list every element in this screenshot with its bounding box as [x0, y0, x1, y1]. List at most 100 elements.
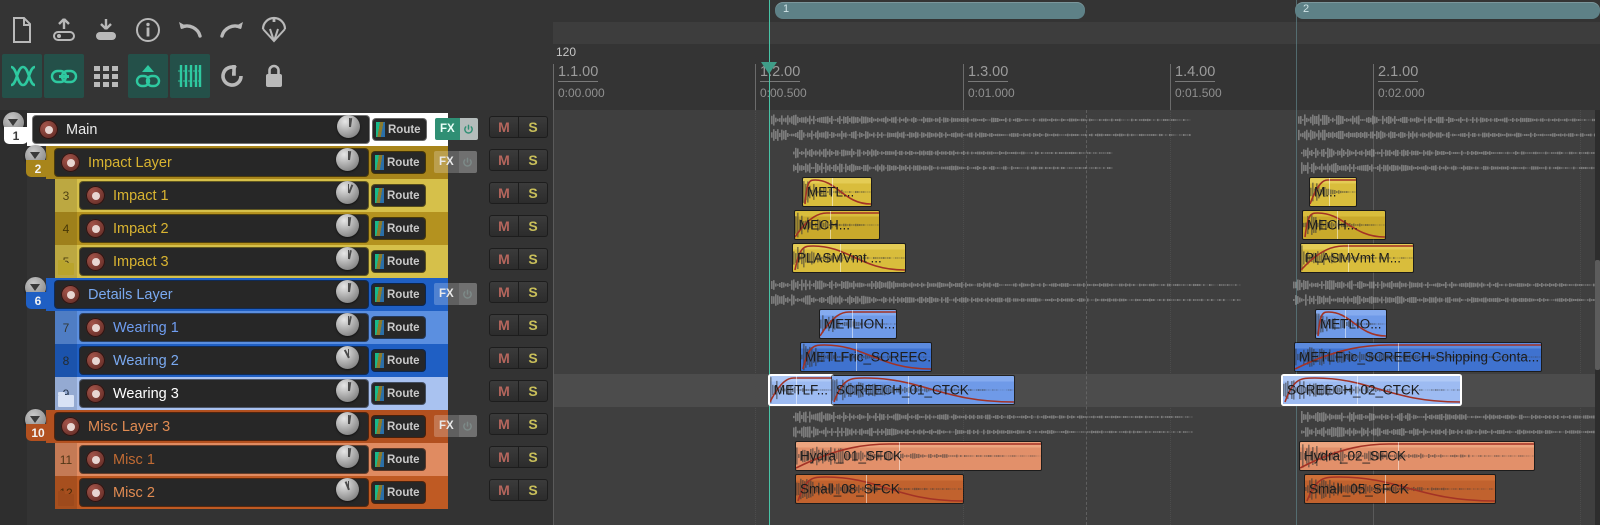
- track-name-plate[interactable]: Impact 1: [80, 182, 368, 209]
- track-route-button[interactable]: Route: [372, 416, 425, 437]
- track-route-button[interactable]: Route: [372, 383, 425, 404]
- playhead[interactable]: [769, 0, 770, 525]
- track-route-button[interactable]: Route: [372, 482, 425, 503]
- vertical-scrollbar-thumb[interactable]: [1595, 260, 1600, 370]
- audio-clip[interactable]: SCREECH_01_CTCK: [832, 376, 1014, 404]
- mute-solo-group-4[interactable]: MS: [489, 215, 548, 237]
- track-volume-knob[interactable]: [336, 148, 359, 171]
- track-route-button[interactable]: Route: [372, 350, 425, 371]
- fx-power-icon[interactable]: [459, 151, 477, 173]
- track-volume-knob[interactable]: [336, 313, 359, 336]
- track-route-button[interactable]: Route: [372, 449, 425, 470]
- tempo-track[interactable]: [553, 22, 1600, 44]
- mute-button[interactable]: M: [489, 116, 519, 138]
- record-arm-icon[interactable]: [86, 318, 105, 337]
- record-arm-icon[interactable]: [86, 384, 105, 403]
- track-name-plate[interactable]: Impact 3: [80, 248, 368, 275]
- audio-clip[interactable]: METL...: [803, 178, 871, 206]
- solo-button[interactable]: S: [519, 413, 548, 435]
- mute-solo-group-10[interactable]: MS: [489, 413, 548, 435]
- audio-clip[interactable]: SCREECH_02_CTCK: [1283, 376, 1460, 404]
- audio-clip[interactable]: Small_08_SFCK: [796, 475, 963, 503]
- track-route-button[interactable]: Route: [372, 152, 425, 173]
- audio-clip[interactable]: M...: [1310, 178, 1356, 206]
- tempo-value[interactable]: 120: [556, 45, 576, 59]
- track-lane[interactable]: [553, 209, 1600, 243]
- track-header-1[interactable]: MainRouteFX1: [0, 113, 553, 146]
- solo-button[interactable]: S: [519, 314, 548, 336]
- fx-power-icon[interactable]: [459, 283, 477, 305]
- track-header-4[interactable]: 4Impact 2Route: [0, 212, 553, 245]
- track-volume-knob[interactable]: [336, 478, 359, 501]
- solo-button[interactable]: S: [519, 248, 548, 270]
- record-arm-icon[interactable]: [61, 285, 80, 304]
- fx-power-icon[interactable]: [460, 118, 478, 140]
- audio-clip[interactable]: PLASMVmt ...: [793, 244, 905, 272]
- mute-button[interactable]: M: [489, 479, 519, 501]
- track-header-10[interactable]: Misc Layer 3RouteFX10: [0, 410, 553, 443]
- solo-button[interactable]: S: [519, 149, 548, 171]
- new-file-icon[interactable]: [2, 8, 42, 52]
- solo-button[interactable]: S: [519, 281, 548, 303]
- track-name-plate[interactable]: Misc Layer 3: [55, 413, 368, 440]
- track-header-2[interactable]: Impact LayerRouteFX2: [0, 146, 553, 179]
- track-volume-knob[interactable]: [336, 247, 359, 270]
- track-name-plate[interactable]: Misc 2: [80, 479, 368, 506]
- loop-marker[interactable]: 2: [1295, 2, 1600, 19]
- export-icon[interactable]: [44, 8, 84, 52]
- mute-button[interactable]: M: [489, 281, 519, 303]
- mute-button[interactable]: M: [489, 182, 519, 204]
- track-name-plate[interactable]: Main: [33, 116, 369, 143]
- track-lane[interactable]: [553, 242, 1600, 276]
- mute-button[interactable]: M: [489, 149, 519, 171]
- mute-button[interactable]: M: [489, 314, 519, 336]
- track-lane[interactable]: [553, 506, 1600, 525]
- track-name-plate[interactable]: Wearing 2: [80, 347, 368, 374]
- track-name-plate[interactable]: Wearing 3: [80, 380, 368, 407]
- solo-button[interactable]: S: [519, 182, 548, 204]
- track-route-button[interactable]: Route: [372, 185, 425, 206]
- record-arm-icon[interactable]: [86, 252, 105, 271]
- track-volume-knob[interactable]: [336, 379, 359, 402]
- record-arm-icon[interactable]: [86, 219, 105, 238]
- snap-grid-icon[interactable]: [170, 54, 210, 98]
- track-header-8[interactable]: 8Wearing 2Route: [0, 344, 553, 377]
- playhead-handle-icon[interactable]: [761, 62, 777, 74]
- mute-solo-group-9[interactable]: MS: [489, 380, 548, 402]
- mute-button[interactable]: M: [489, 446, 519, 468]
- mute-button[interactable]: M: [489, 248, 519, 270]
- audio-clip[interactable]: PLASMVmt M...: [1301, 244, 1413, 272]
- crossfade-icon[interactable]: [2, 54, 42, 98]
- solo-button[interactable]: S: [519, 347, 548, 369]
- group-link-icon[interactable]: [128, 54, 168, 98]
- audio-clip[interactable]: METLF...: [770, 376, 832, 404]
- audio-clip[interactable]: METLFric_SCREECH-Shipping Conta...: [1295, 343, 1541, 371]
- track-header-12[interactable]: 12Misc 2Route: [0, 476, 553, 509]
- mute-solo-group-6[interactable]: MS: [489, 281, 548, 303]
- audio-clip[interactable]: METLION...: [820, 310, 896, 338]
- mute-button[interactable]: M: [489, 347, 519, 369]
- track-volume-knob[interactable]: [336, 346, 359, 369]
- mute-solo-group-11[interactable]: MS: [489, 446, 548, 468]
- vertical-scrollbar[interactable]: [1595, 110, 1600, 525]
- track-name-plate[interactable]: Impact Layer: [55, 149, 368, 176]
- track-header-9[interactable]: 9Wearing 3Route: [0, 377, 553, 410]
- track-volume-knob[interactable]: [336, 181, 359, 204]
- timeline-panel[interactable]: 120 121.1.000:00.0001.2.000:00.5001.3.00…: [553, 0, 1600, 525]
- audio-clip[interactable]: Hydra_02_SFCK: [1300, 442, 1534, 470]
- timeline-ruler[interactable]: 120 121.1.000:00.0001.2.000:00.5001.3.00…: [553, 0, 1600, 110]
- record-arm-icon[interactable]: [61, 153, 80, 172]
- mute-solo-group-3[interactable]: MS: [489, 182, 548, 204]
- solo-button[interactable]: S: [519, 446, 548, 468]
- mute-solo-group-8[interactable]: MS: [489, 347, 548, 369]
- grid-icon[interactable]: [86, 54, 126, 98]
- solo-button[interactable]: S: [519, 479, 548, 501]
- audio-clip[interactable]: METLIO...: [1316, 310, 1386, 338]
- mute-button[interactable]: M: [489, 215, 519, 237]
- track-header-3[interactable]: 3Impact 1Route: [0, 179, 553, 212]
- mute-solo-group-7[interactable]: MS: [489, 314, 548, 336]
- record-arm-icon[interactable]: [86, 483, 105, 502]
- undo-icon[interactable]: [170, 8, 210, 52]
- track-route-button[interactable]: Route: [373, 119, 426, 140]
- import-icon[interactable]: [86, 8, 126, 52]
